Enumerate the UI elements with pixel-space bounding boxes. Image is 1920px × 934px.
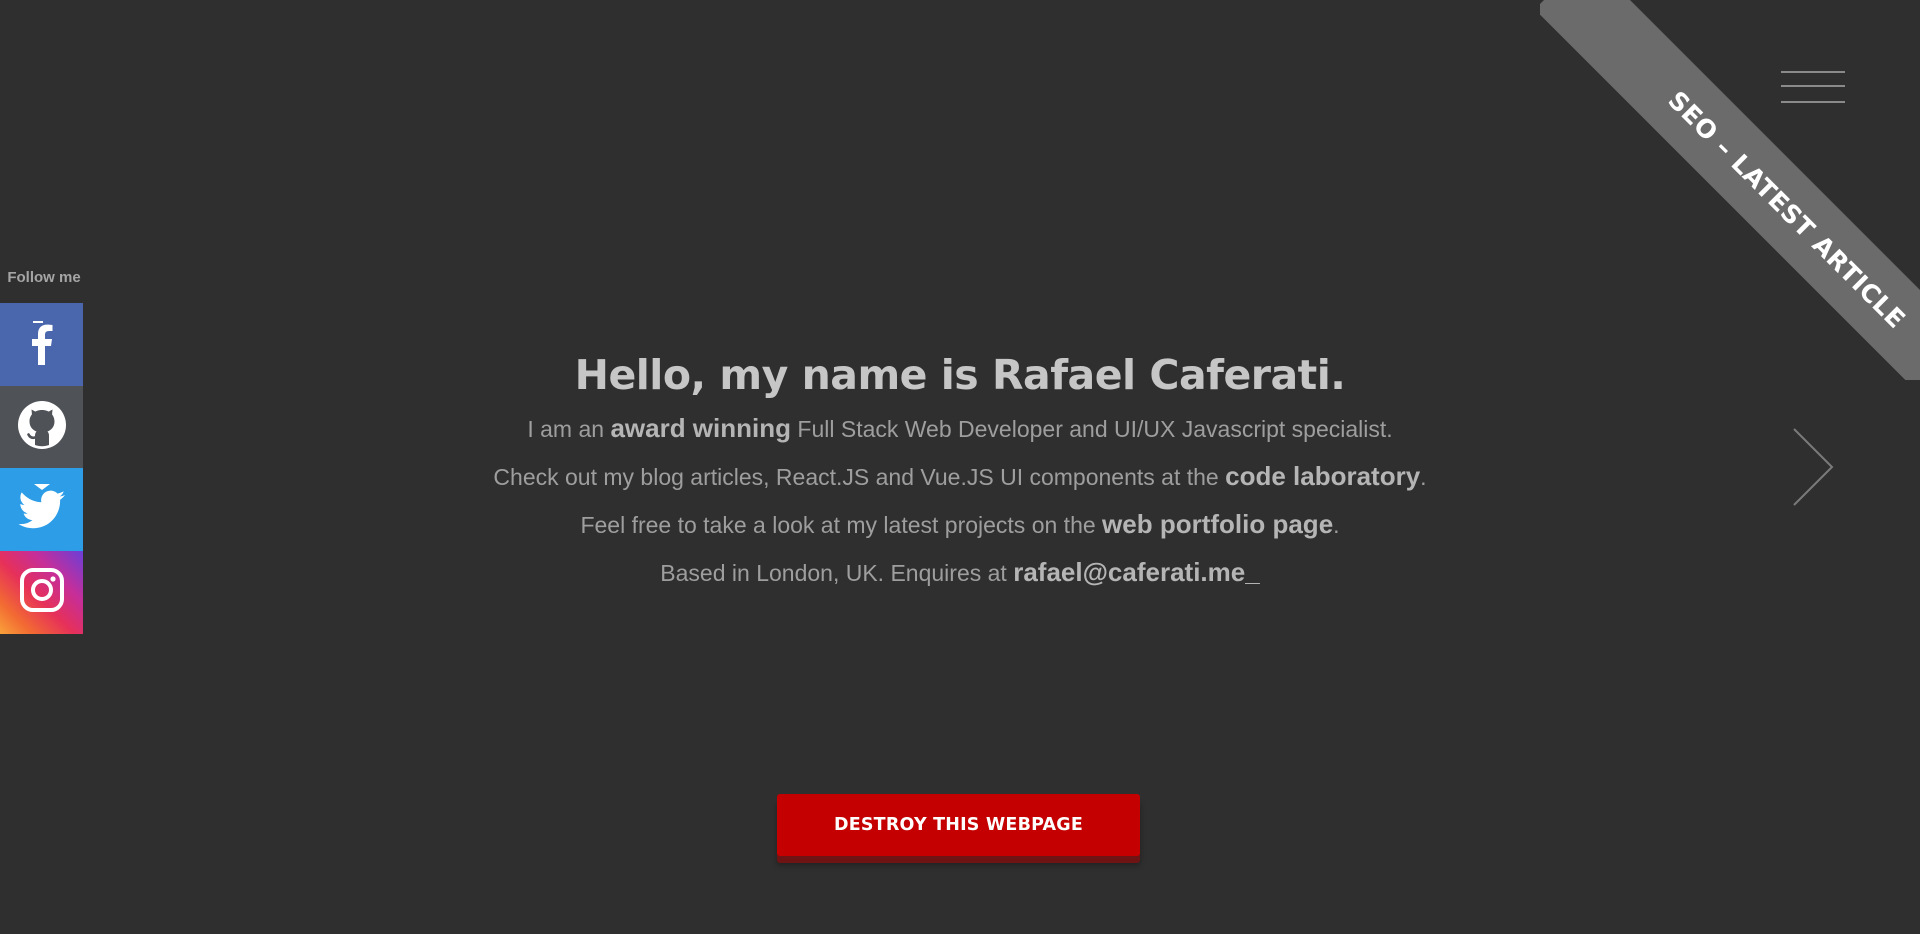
hamburger-menu-icon[interactable] (1781, 66, 1845, 106)
destroy-webpage-button[interactable]: DESTROY THIS WEBPAGE (777, 794, 1140, 856)
blog-text: Check out my blog articles, React.JS and… (493, 464, 1226, 490)
award-winning-emphasis: award winning (610, 413, 792, 443)
email-link[interactable]: rafael@caferati.me_ (1013, 557, 1260, 587)
hero-title: Hello, my name is Rafael Caferati. (574, 351, 1346, 399)
hero-intro-line: I am an award winning Full Stack Web Dev… (0, 405, 1920, 453)
portfolio-text: . (1333, 512, 1340, 538)
blog-text: . (1420, 464, 1427, 490)
latest-article-ribbon[interactable]: SEO – LATEST ARTICLE (1540, 0, 1920, 380)
hamburger-line (1781, 85, 1845, 87)
follow-me-label: Follow me (7, 269, 81, 286)
code-laboratory-link[interactable]: code laboratory (1225, 461, 1420, 491)
ribbon-label: SEO – LATEST ARTICLE (1662, 85, 1912, 334)
hamburger-line (1781, 101, 1845, 103)
intro-text: Full Stack Web Developer and UI/UX Javas… (791, 416, 1393, 442)
contact-text: Based in London, UK. Enquires at (660, 560, 1014, 586)
hero-portfolio-line: Feel free to take a look at my latest pr… (0, 501, 1920, 549)
hamburger-line (1781, 71, 1845, 73)
hero-section: Hello, my name is Rafael Caferati. I am … (0, 345, 1920, 597)
ribbon-container: SEO – LATEST ARTICLE (1540, 0, 1920, 380)
intro-text: I am an (527, 416, 611, 442)
hero-contact-line: Based in London, UK. Enquires at rafael@… (0, 549, 1920, 597)
web-portfolio-link[interactable]: web portfolio page (1102, 509, 1333, 539)
portfolio-text: Feel free to take a look at my latest pr… (580, 512, 1103, 538)
hero-blog-line: Check out my blog articles, React.JS and… (0, 453, 1920, 501)
